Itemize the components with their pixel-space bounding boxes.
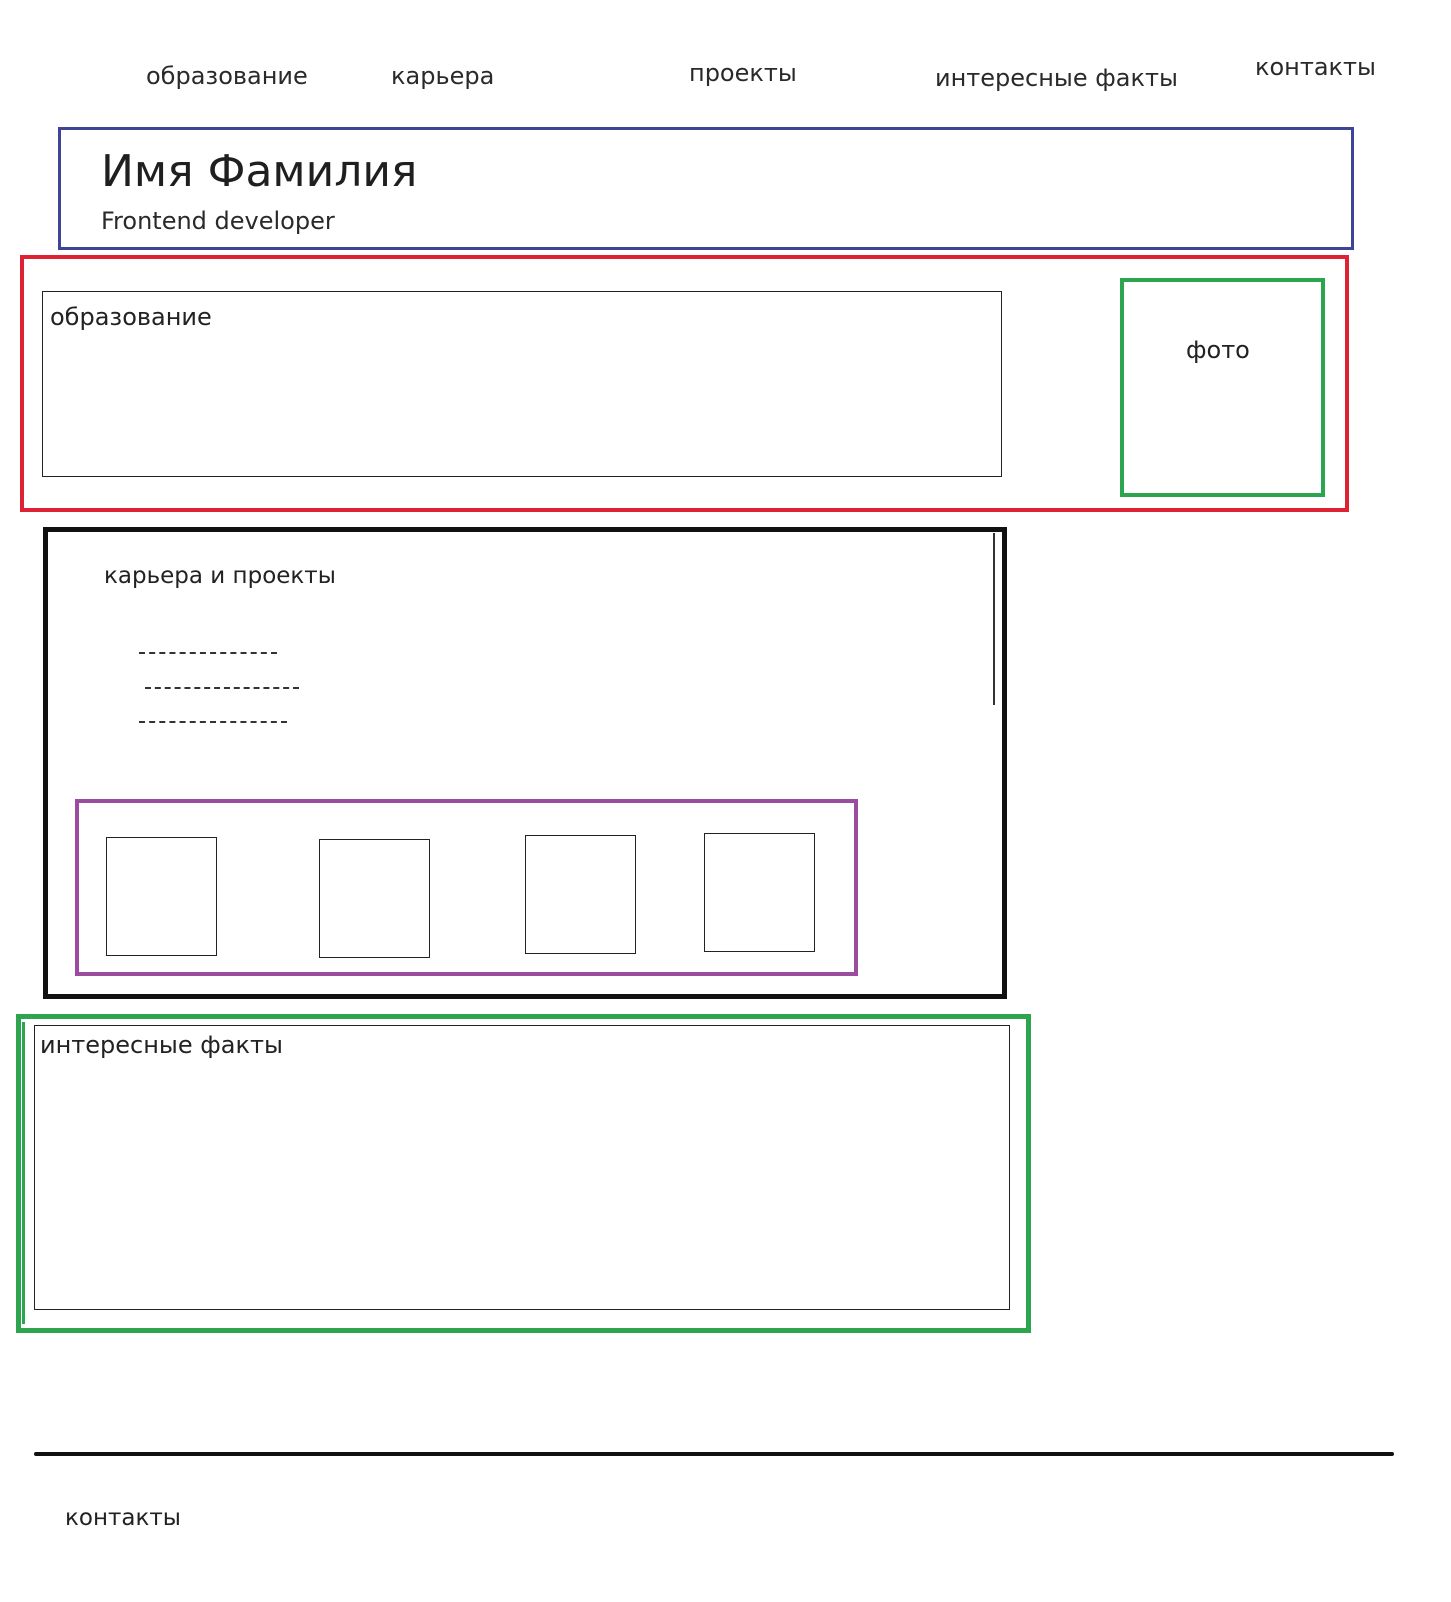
nav-item-education[interactable]: образование	[146, 62, 308, 90]
job-title: Frontend developer	[101, 207, 335, 235]
nav-item-projects[interactable]: проекты	[689, 59, 797, 87]
footer-contacts[interactable]: контакты	[65, 1505, 181, 1531]
placeholder-text-line	[145, 687, 299, 689]
facts-label: интересные факты	[40, 1031, 283, 1059]
header-section: Имя Фамилия Frontend developer	[58, 127, 1354, 250]
project-thumbnail[interactable]	[319, 839, 430, 958]
education-block: образование	[42, 291, 1002, 477]
project-thumbnail[interactable]	[525, 835, 636, 954]
placeholder-text-line	[139, 652, 277, 654]
nav-item-facts[interactable]: интересные факты	[935, 64, 1178, 92]
footer-divider	[34, 1452, 1394, 1456]
page-title: Имя Фамилия	[101, 146, 418, 197]
facts-block: интересные факты	[34, 1025, 1010, 1310]
photo-label: фото	[1186, 336, 1250, 364]
photo-placeholder: фото	[1120, 278, 1325, 497]
facts-border-stroke	[22, 1022, 25, 1324]
education-label: образование	[50, 303, 212, 331]
career-divider	[993, 533, 995, 705]
career-projects-label: карьера и проекты	[104, 563, 336, 589]
placeholder-text-line	[139, 721, 287, 723]
project-thumbnail[interactable]	[106, 837, 217, 956]
nav-item-contacts[interactable]: контакты	[1255, 53, 1376, 81]
nav-item-career[interactable]: карьера	[391, 62, 494, 90]
project-thumbnail[interactable]	[704, 833, 815, 952]
